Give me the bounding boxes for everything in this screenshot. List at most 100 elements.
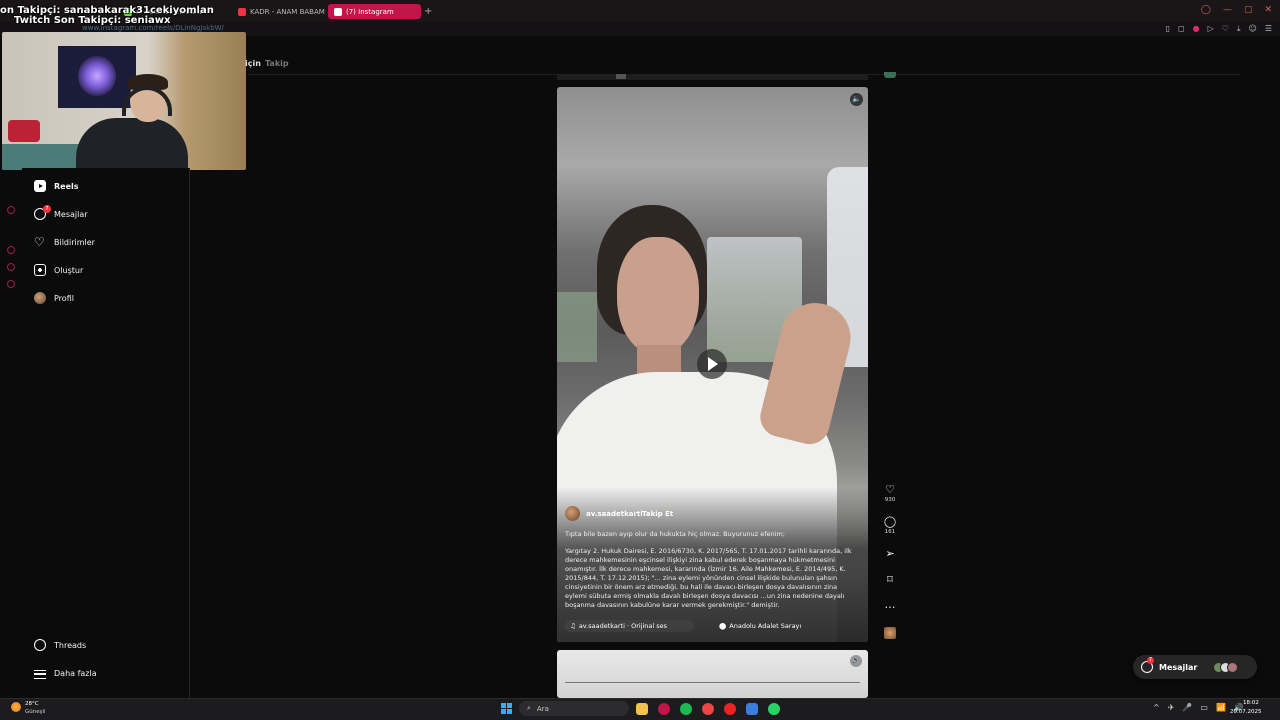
avatar-icon <box>34 292 46 304</box>
overlay-twitch-follower: Twitch Son Takipçi: seniawx <box>14 15 171 26</box>
audio-label: av.saadetkarti · Orijinal ses <box>578 622 668 630</box>
taskbar-search[interactable]: ⌕ Ara <box>519 701 629 716</box>
share-button[interactable]: ➢ <box>882 548 898 560</box>
volume-icon[interactable]: 🔈 <box>850 93 863 106</box>
app-icon[interactable] <box>724 703 736 715</box>
messages-pill[interactable]: 7 Mesajlar <box>1133 655 1257 679</box>
whatsapp-icon[interactable] <box>768 703 780 715</box>
next-reel-divider <box>565 682 860 683</box>
audio-link[interactable]: ♫ av.saadetkarti · Orijinal ses <box>564 620 694 632</box>
chevron-up-icon[interactable]: ^ <box>1153 703 1160 712</box>
sun-icon[interactable] <box>11 702 21 712</box>
new-tab-button[interactable]: + <box>424 6 432 17</box>
side-panel-icon[interactable] <box>7 206 15 214</box>
bookmark-icon: ⌑ <box>887 573 893 586</box>
location-pin-icon: ⬤ <box>719 622 727 630</box>
play-icon[interactable]: ▷ <box>1208 24 1214 34</box>
profile-icon[interactable]: ☺ <box>1248 24 1256 34</box>
windows-start-icon[interactable] <box>501 703 512 714</box>
messages-label: Mesajlar <box>1159 662 1198 672</box>
search-tabs-icon[interactable]: ◯ <box>1201 5 1211 15</box>
extension-icon[interactable]: ● <box>1193 24 1200 34</box>
spotify-icon[interactable] <box>680 703 692 715</box>
bookmark-icon[interactable]: ▯ <box>1166 24 1170 34</box>
tab-icon[interactable]: ◻ <box>1178 24 1185 34</box>
previous-reel-marker <box>616 74 626 79</box>
instagram-sidebar: Reels 7 Mesajlar ♡ Bildirimler Oluştur P… <box>22 168 190 698</box>
heart-icon: ♡ <box>885 483 895 496</box>
monitor-icon[interactable]: ▭ <box>1200 703 1208 712</box>
author-avatar[interactable] <box>565 506 580 521</box>
download-icon[interactable]: ⤓ <box>1237 24 1241 34</box>
car-window <box>557 292 597 362</box>
window-controls: ◯ — ▢ ✕ <box>1201 5 1272 15</box>
side-panel-icon[interactable] <box>7 280 15 288</box>
save-button[interactable]: ⌑ <box>882 574 898 586</box>
volume-icon[interactable]: 🔈 <box>850 655 862 667</box>
comment-button[interactable]: ◯ 161 <box>882 515 898 536</box>
sidebar-item-label: Profil <box>54 293 74 303</box>
pillow <box>8 120 40 142</box>
app-icon[interactable] <box>702 703 714 715</box>
sidebar-item-label: Daha fazla <box>54 668 97 678</box>
like-button[interactable]: ♡ 930 <box>882 483 898 504</box>
reels-icon <box>34 180 46 192</box>
recent-chat-avatars <box>1213 661 1239 673</box>
browser-toolbar-icons: ▯ ◻ ● ▷ ♡ ⤓ ☺ ☰ <box>1166 24 1272 34</box>
music-note-icon: ♫ <box>570 622 576 630</box>
heart-icon[interactable]: ♡ <box>1222 24 1229 34</box>
person-face <box>617 237 699 355</box>
menu-icon <box>34 669 46 679</box>
sidebar-item-label: Threads <box>54 640 87 650</box>
avatar <box>1227 661 1239 673</box>
minimize-button[interactable]: — <box>1223 5 1232 15</box>
tab-instagram[interactable]: (7) Instagram <box>328 4 421 19</box>
follow-button[interactable]: Takip Et <box>642 510 673 518</box>
sidebar-item-threads[interactable]: Threads <box>34 637 86 653</box>
sidebar-item-messages[interactable]: 7 Mesajlar <box>34 205 88 222</box>
send-icon: ➢ <box>885 547 895 560</box>
ellipsis-icon: … <box>884 598 896 611</box>
tab-label: KADR - ANAM BABAM (C <box>250 7 326 16</box>
sidebar-item-more[interactable]: Daha fazla <box>34 665 97 681</box>
maximize-button[interactable]: ▢ <box>1244 5 1253 15</box>
streamer <box>76 74 188 170</box>
sidebar-item-create[interactable]: Oluştur <box>34 262 83 278</box>
microphone-icon[interactable]: 🎤 <box>1182 703 1192 712</box>
previous-reel[interactable] <box>557 74 868 80</box>
clock-time[interactable]: 18:02 <box>1243 700 1259 706</box>
audio-thumbnail[interactable] <box>884 627 896 639</box>
weather-temperature[interactable]: 28°C <box>25 701 39 707</box>
opera-icon[interactable] <box>658 703 670 715</box>
search-placeholder: Ara <box>536 704 549 713</box>
menu-icon[interactable]: ☰ <box>1265 24 1272 34</box>
location-label: Anadolu Adalet Sarayı <box>729 622 802 630</box>
sidebar-item-profile[interactable]: Profil <box>34 290 74 306</box>
network-icon[interactable]: 📶 <box>1216 703 1226 712</box>
side-panel-icon[interactable] <box>7 246 15 254</box>
sidebar-item-reels[interactable]: Reels <box>34 178 79 194</box>
previous-reel-audio-thumb[interactable] <box>884 72 896 78</box>
tab-following[interactable]: Takip <box>265 59 289 68</box>
sidebar-item-notifications[interactable]: ♡ Bildirimler <box>34 234 95 250</box>
webcam-overlay <box>2 32 246 170</box>
tab-youtube-video[interactable]: KADR - ANAM BABAM (C <box>232 4 326 19</box>
weather-description[interactable]: Güneşli <box>25 709 46 715</box>
separator-dot: • <box>633 509 638 517</box>
youtube-favicon-icon <box>238 7 246 16</box>
telegram-icon[interactable]: ✈ <box>1168 703 1175 712</box>
clock-date[interactable]: 20.07.2025 <box>1230 709 1262 715</box>
tab-for-you[interactable]: için <box>245 59 261 68</box>
comment-icon: ◯ <box>883 515 897 528</box>
file-explorer-icon[interactable] <box>636 703 648 715</box>
location-link[interactable]: ⬤ Anadolu Adalet Sarayı <box>716 620 816 632</box>
play-button[interactable] <box>697 349 727 379</box>
messenger-icon: 7 <box>34 205 51 220</box>
more-options-button[interactable]: … <box>882 599 898 611</box>
reel-caption-body: Yargıtay 2. Hukuk Dairesi, E. 2016/6730,… <box>565 547 852 609</box>
side-panel-icon[interactable] <box>7 263 15 271</box>
app-icon[interactable] <box>746 703 758 715</box>
next-reel[interactable] <box>557 650 868 698</box>
sidebar-item-label: Reels <box>54 181 79 191</box>
close-button[interactable]: ✕ <box>1264 5 1272 15</box>
